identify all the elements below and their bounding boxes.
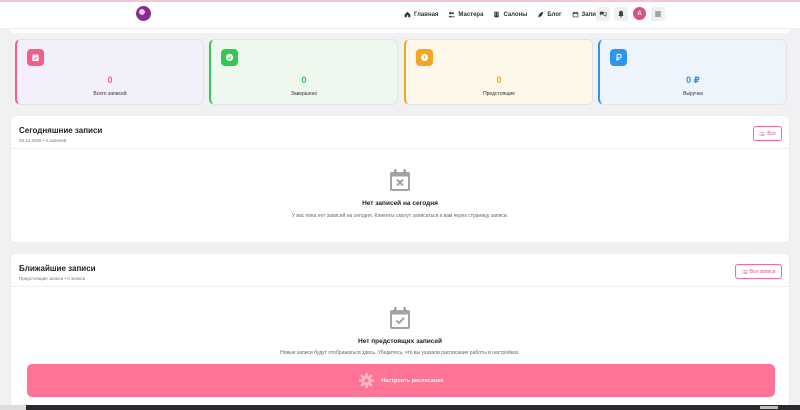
empty-state-title: Нет предстоящих записей <box>358 338 442 345</box>
home-icon <box>404 11 411 18</box>
header-card-edge <box>10 29 790 33</box>
chat-icon <box>599 11 607 18</box>
notifications-button[interactable] <box>614 7 628 21</box>
nav-item-label: Блог <box>547 11 562 18</box>
stat-card-total: 0 Всего записей <box>15 39 204 105</box>
list-icon <box>759 131 765 136</box>
stat-label: Предстоящие <box>483 91 515 97</box>
hamburger-icon <box>655 11 661 17</box>
clock-icon <box>420 53 429 62</box>
card-subtitle: 28.12.2025 • 0 записей <box>19 138 67 143</box>
feather-icon <box>538 11 544 18</box>
gear-icon <box>359 372 375 389</box>
top-navbar: Главная Мастера Салоны Блог Запись A <box>0 0 800 29</box>
stat-label: Выручка <box>683 91 703 97</box>
card-subtitle: Предстоящие записи • 0 записи <box>19 276 86 281</box>
stat-value: 0 <box>107 75 113 85</box>
main-nav: Главная Мастера Салоны Блог Запись <box>404 0 613 29</box>
calendar-check-icon <box>390 307 410 329</box>
nav-item-label: Салоны <box>503 11 528 18</box>
stat-label: Всего записей <box>93 91 127 97</box>
card-title: Сегодняшние записи <box>19 126 103 135</box>
calendar-icon <box>572 11 578 18</box>
empty-state-title: Нет записей на сегодня <box>362 200 438 207</box>
stat-card-upcoming: 0 Предстоящие <box>404 39 593 105</box>
card-title: Ближайшие записи <box>19 264 96 273</box>
list-icon <box>742 269 747 274</box>
calendar-check-icon <box>32 53 39 62</box>
button-label: Все <box>767 130 776 137</box>
chat-button[interactable] <box>596 7 610 21</box>
taskbar-segment <box>760 406 778 409</box>
stat-icon-box <box>221 49 238 66</box>
setup-schedule-button[interactable]: Настроить расписание <box>27 364 775 397</box>
nav-item-salons[interactable]: Салоны <box>493 11 527 18</box>
all-appointments-button[interactable]: Все записи <box>735 264 782 279</box>
button-label: Все записи <box>749 268 776 275</box>
bell-icon <box>618 10 624 18</box>
stat-icon-box <box>416 49 433 66</box>
empty-state-description: Новые записи будут отображаться здесь. У… <box>280 350 520 356</box>
today-appointments-card: Сегодняшние записи 28.12.2025 • 0 записе… <box>10 115 790 243</box>
taskbar-segment <box>0 405 26 410</box>
card-divider <box>11 286 789 287</box>
nav-item-blog[interactable]: Блог <box>537 11 562 18</box>
upcoming-appointments-card: Ближайшие записи Предстоящие записи • 0 … <box>10 253 790 410</box>
avatar[interactable]: A <box>633 7 646 20</box>
building-icon <box>494 11 500 18</box>
calendar-x-icon <box>390 169 410 191</box>
nav-item-label: Мастера <box>458 11 484 18</box>
stat-card-completed: 0 Завершено <box>209 39 398 105</box>
ruble-icon <box>616 53 622 62</box>
users-icon <box>448 11 456 18</box>
stat-value: 0 <box>301 75 307 85</box>
empty-state-description: У вас пока нет записей на сегодня. Клиен… <box>291 213 509 219</box>
all-today-button[interactable]: Все <box>753 126 782 141</box>
stat-card-revenue: 0 ₽ Выручка <box>598 39 787 105</box>
stat-icon-box <box>27 49 44 66</box>
button-label: Настроить расписание <box>381 377 444 384</box>
nav-item-masters[interactable]: Мастера <box>448 11 483 18</box>
stat-value: 0 ₽ <box>686 75 700 85</box>
stat-label: Завершено <box>290 91 318 97</box>
nav-item-label: Главная <box>414 11 439 18</box>
stat-icon-box <box>610 49 627 66</box>
card-divider <box>11 148 789 149</box>
nav-item-home[interactable]: Главная <box>404 11 438 18</box>
check-circle-icon <box>225 53 234 62</box>
logo[interactable] <box>136 6 151 21</box>
taskbar-strip <box>0 405 800 410</box>
stat-value: 0 <box>496 75 502 85</box>
menu-button[interactable] <box>651 7 665 21</box>
top-accent-line <box>0 0 800 2</box>
